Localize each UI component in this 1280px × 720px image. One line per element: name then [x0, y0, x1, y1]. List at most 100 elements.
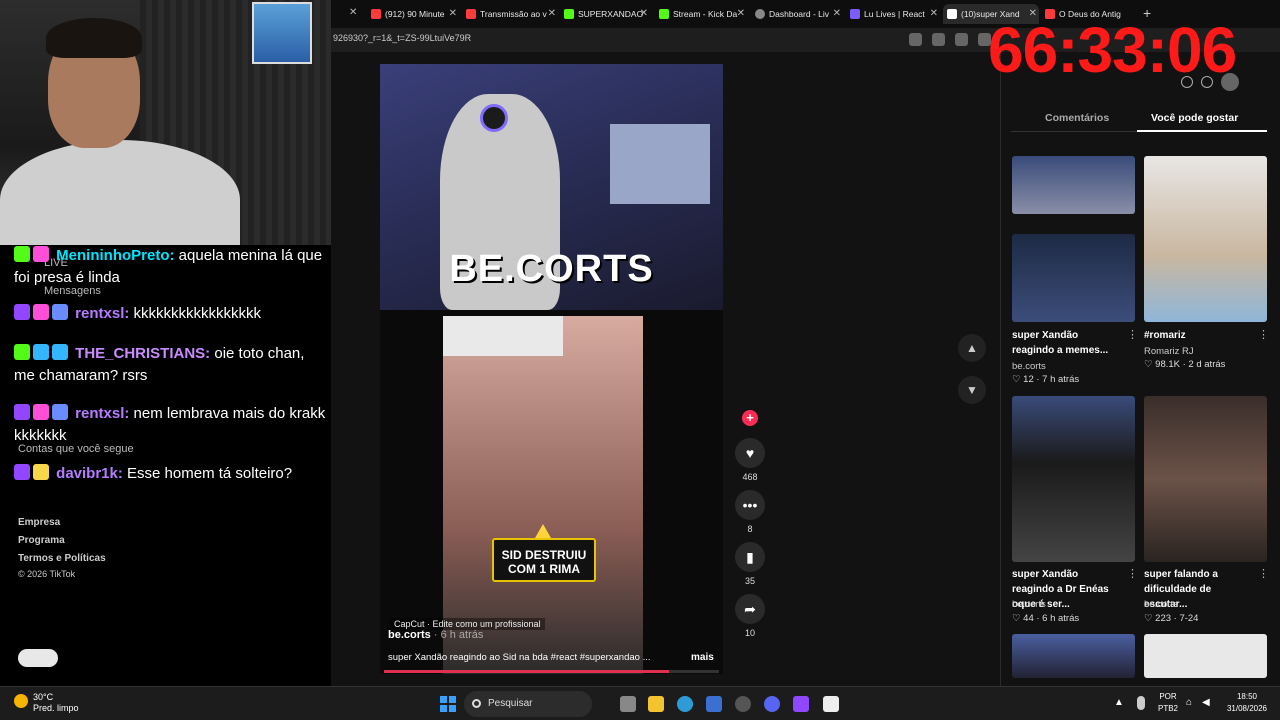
- start-tile: [440, 696, 447, 703]
- pikachu-badge-icon: [33, 464, 49, 480]
- video-thumbnail[interactable]: [1012, 634, 1135, 678]
- file-explorer-icon[interactable]: [648, 696, 664, 712]
- video-thumbnail[interactable]: [1012, 156, 1135, 214]
- video-thumbnail[interactable]: [1012, 396, 1135, 562]
- video-thumbnail[interactable]: [1144, 156, 1267, 322]
- url-text[interactable]: 926930?_r=1&_t=ZS-99LtuiVe79R: [333, 33, 471, 43]
- card-author[interactable]: be.corts: [1144, 599, 1178, 610]
- chat-message: THE_CHRISTIANS: oie toto chan, me chamar…: [14, 344, 305, 384]
- weather-widget[interactable]: 30°C Pred. limpo: [14, 692, 79, 714]
- close-tab-icon[interactable]: ✕: [930, 4, 938, 24]
- close-tab-icon[interactable]: ✕: [349, 7, 357, 18]
- video-progress-bar[interactable]: [384, 670, 719, 673]
- card-author[interactable]: Romariz RJ: [1144, 346, 1194, 357]
- tray-chevron-icon[interactable]: ▲: [1114, 697, 1124, 709]
- volume-icon[interactable]: ◀: [1202, 697, 1210, 709]
- close-tab-icon[interactable]: ✕: [449, 4, 457, 24]
- cap-shape: [443, 316, 563, 356]
- browser-tab[interactable]: Dashboard - Liv ✕: [751, 4, 843, 24]
- follow-plus-button[interactable]: +: [742, 410, 758, 426]
- extension-icon[interactable]: [955, 33, 968, 46]
- card-meta: ♡ 223 · 7-24: [1144, 613, 1199, 624]
- footer-link-program[interactable]: Programa: [18, 535, 65, 546]
- twitch-badge-icon: [14, 464, 30, 480]
- globe-icon: [755, 9, 765, 19]
- browser-tab[interactable]: Stream - Kick Da ✕: [655, 4, 747, 24]
- youtube-icon: [466, 9, 476, 19]
- kick-icon: [659, 9, 669, 19]
- browser-tab[interactable]: Transmissão ao v ✕: [462, 4, 558, 24]
- more-options-icon[interactable]: ⋮: [1258, 567, 1269, 580]
- tab-comments[interactable]: Comentários: [1045, 112, 1109, 124]
- footer-link-company[interactable]: Empresa: [18, 517, 60, 528]
- save-action[interactable]: ▮ 35: [734, 542, 766, 586]
- share-icon[interactable]: ➦: [735, 594, 765, 624]
- copyright-text: © 2026 TikTok: [18, 569, 76, 579]
- windows-taskbar: 30°C Pred. limpo Pesquisar ▲ POR PTB2 ⌂ ◀…: [0, 686, 1280, 720]
- card-title[interactable]: super Xandão reagindo a memes...: [1012, 328, 1122, 358]
- share-action[interactable]: ➦ 10: [734, 594, 766, 638]
- panel-tabs: Comentários Você pode gostar: [1011, 108, 1267, 132]
- brand-watermark: BE.CORTS: [449, 248, 654, 290]
- video-thumbnail[interactable]: [1144, 396, 1267, 562]
- kick-badge-icon: [14, 344, 30, 360]
- card-author[interactable]: be.corts: [1012, 361, 1046, 372]
- like-action[interactable]: ♥ 468: [734, 438, 766, 482]
- translate-icon[interactable]: [909, 33, 922, 46]
- comment-icon[interactable]: •••: [735, 490, 765, 520]
- chat-message: rentxsl: kkkkkkkkkkkkkkkkk: [14, 303, 326, 325]
- more-options-icon[interactable]: ⋮: [1127, 328, 1138, 341]
- browser-tab[interactable]: (912) 90 Minute ✕: [367, 4, 459, 24]
- footer-link-terms[interactable]: Termos e Políticas: [18, 553, 106, 564]
- browser-tab[interactable]: SUPERXANDAO ✕: [560, 4, 650, 24]
- bookmark-icon[interactable]: ▮: [735, 542, 765, 572]
- close-tab-icon[interactable]: ✕: [548, 4, 556, 24]
- task-view-icon[interactable]: [620, 696, 636, 712]
- screen: ✕ (912) 90 Minute ✕ Transmissão ao v ✕ SUP…: [0, 0, 1280, 720]
- language-indicator[interactable]: POR PTB2: [1156, 691, 1180, 715]
- app-icon[interactable]: [793, 696, 809, 712]
- start-tile: [440, 705, 447, 712]
- share-count: 10: [744, 628, 755, 638]
- heart-icon[interactable]: ♥: [735, 438, 765, 468]
- previous-video-button[interactable]: ▲: [958, 334, 986, 362]
- chrome-icon[interactable]: [735, 696, 751, 712]
- card-title[interactable]: #romariz: [1144, 328, 1254, 343]
- bookmark-star-icon[interactable]: [932, 33, 945, 46]
- video-thumbnail[interactable]: [1144, 634, 1267, 678]
- notepad-icon[interactable]: [823, 696, 839, 712]
- close-tab-icon[interactable]: ✕: [640, 4, 648, 24]
- more-options-icon[interactable]: ⋮: [1258, 328, 1269, 341]
- video-player[interactable]: BE.CORTS SID DESTRUIU COM 1 RIMA CapCut …: [380, 64, 723, 674]
- more-options-icon[interactable]: ⋮: [1127, 567, 1138, 580]
- clock[interactable]: 18:50 31/08/2026: [1222, 691, 1272, 715]
- microphone-icon[interactable]: [1137, 696, 1145, 710]
- tiktok-icon: [947, 9, 957, 19]
- edge-icon[interactable]: [677, 696, 693, 712]
- poster-image: [252, 2, 312, 64]
- browser-tab[interactable]: Lu Lives | React ✕: [846, 4, 940, 24]
- video-thumbnail[interactable]: [1012, 234, 1135, 322]
- headset-logo-icon: [480, 104, 508, 132]
- windows-start-icon[interactable]: [440, 696, 456, 712]
- taskbar-search[interactable]: Pesquisar: [464, 691, 592, 717]
- discord-icon[interactable]: [764, 696, 780, 712]
- card-meta: ♡ 12 · 7 h atrás: [1012, 374, 1080, 385]
- card-author[interactable]: be.corts: [1012, 599, 1046, 610]
- comment-action[interactable]: ••• 8: [734, 490, 766, 534]
- toggle-widget-icon[interactable]: [18, 649, 58, 667]
- network-icon[interactable]: ⌂: [1186, 697, 1192, 709]
- next-video-button[interactable]: ▼: [958, 376, 986, 404]
- sun-icon: [14, 694, 28, 708]
- more-link[interactable]: mais: [691, 652, 714, 663]
- video-author[interactable]: be.corts · 6 h atrás: [388, 629, 483, 641]
- close-tab-icon[interactable]: ✕: [737, 4, 745, 24]
- tab-suggested[interactable]: Você pode gostar: [1151, 112, 1238, 124]
- lulives-icon: [850, 9, 860, 19]
- store-icon[interactable]: [706, 696, 722, 712]
- chat-overlay: LIVE Mensagens Contas que você segue Men…: [0, 245, 331, 685]
- warning-icon: [535, 524, 551, 538]
- start-tile: [449, 705, 456, 712]
- chat-message: MenininhoPreto: aquela menina lá que foi…: [14, 246, 323, 286]
- close-tab-icon[interactable]: ✕: [833, 4, 841, 24]
